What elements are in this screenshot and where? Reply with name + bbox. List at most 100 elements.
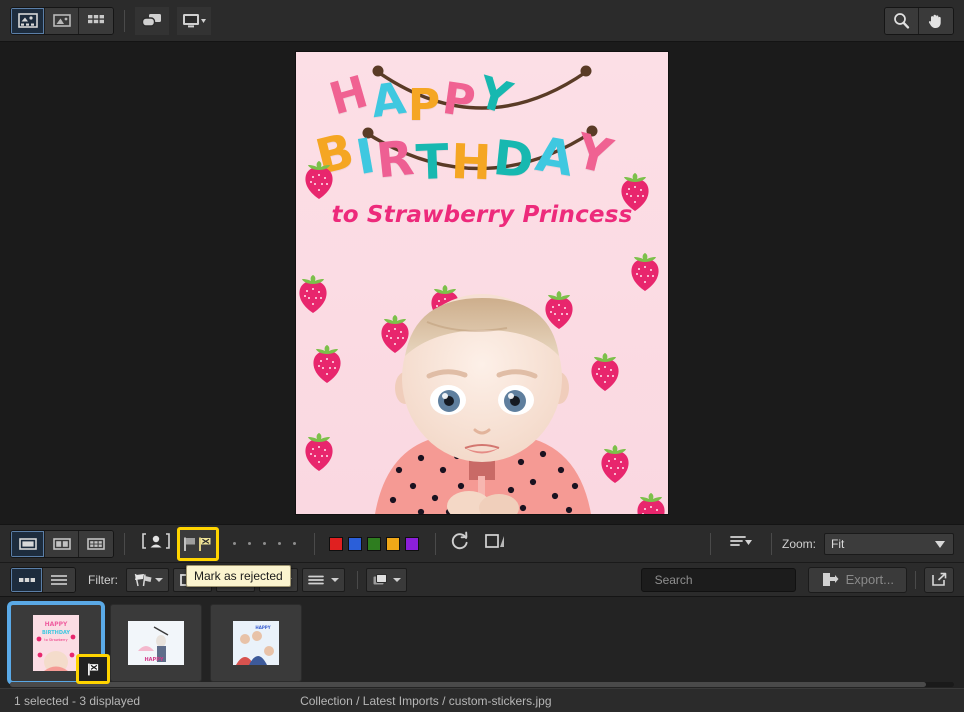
flag-reject-icon [200,537,211,551]
letter-h-4: H [450,134,492,191]
list-mode-group [10,567,76,593]
color-label-5[interactable] [405,537,419,551]
chevron-down-icon [393,578,401,582]
more-filters-button[interactable] [302,568,345,592]
export-button[interactable]: Export... [808,567,907,593]
letter-p-2: P [408,80,440,131]
svg-text:to Strawberry: to Strawberry [44,638,67,642]
letter-t-3: T [415,134,450,191]
rejected-flag-highlight[interactable] [76,654,110,684]
stack-icon [372,573,390,587]
svg-text:BIRTHDAY: BIRTHDAY [42,630,70,636]
view-mode-filmstrip-button[interactable] [11,8,45,34]
zoom-select[interactable]: Fit [824,533,954,555]
view-mode-group [10,7,114,35]
layout-single-pane-button[interactable] [11,531,45,557]
card-subtitle: to Strawberry Princess [296,202,668,228]
happy-text: HAPPY [332,80,509,131]
view-mode-grid-button[interactable] [79,8,113,34]
rotate-icon [450,531,470,551]
thumbnail-image-2: HAPPY [128,621,184,665]
filter-divider-2 [915,571,916,589]
action-divider-1 [124,533,125,555]
stacks-button[interactable] [366,568,407,592]
flag-pick-reject-icons [182,536,214,552]
flag-filter-button[interactable] [126,568,169,592]
breadcrumb: Collection / Latest Imports / custom-sti… [300,694,551,708]
search-box[interactable] [641,568,796,592]
external-link-icon [931,572,947,587]
filmstrip: HAPPY BIRTHDAY to Strawberry [0,596,964,688]
thumbnail-item-2[interactable]: HAPPY [110,604,202,682]
rating-dot-3[interactable] [263,542,266,545]
export-icon [821,572,839,587]
list-mode-details-button[interactable] [43,568,75,592]
strawberry-3 [296,274,330,314]
letter-a-1: A [368,73,409,128]
preview-image: HAPPY BIRTHDAY to Strawberry Princess [296,52,668,514]
thumbnail-image-3: HAPPY [233,621,279,665]
crop-gradient-icon [484,531,506,551]
grid-view-icon [86,13,106,28]
letter-d-5: D [491,130,536,190]
single-image-view-icon [52,13,72,28]
strawberry-5 [310,344,344,384]
single-pane-icon [18,537,38,551]
svg-text:HAPPY: HAPPY [45,621,68,628]
thumbnail-item-3[interactable]: HAPPY [210,604,302,682]
filmstrip-scrollbar[interactable] [10,682,954,687]
color-label-3[interactable] [367,537,381,551]
layout-two-pane-button[interactable] [45,531,79,557]
search-input[interactable] [655,573,810,587]
strawberry-1 [302,160,336,200]
letter-p-3: P [439,73,478,128]
color-label-4[interactable] [386,537,400,551]
rating-dot-1[interactable] [233,542,236,545]
color-label-1[interactable] [329,537,343,551]
rating-dot-4[interactable] [278,542,281,545]
rating-dot-2[interactable] [248,542,251,545]
birthday-text: BIRTHDAY [318,136,610,192]
strawberry-11 [634,492,668,514]
sort-icon [729,532,753,550]
magnifier-icon [892,12,912,30]
action-toolbar: Zoom: Fit [0,524,964,562]
chevron-down-icon [935,537,945,551]
action-divider-4 [710,533,711,555]
rating-dot-5[interactable] [293,542,296,545]
sort-button[interactable] [721,532,761,555]
view-mode-single-button[interactable] [45,8,79,34]
status-bar: 1 selected - 3 displayed Collection / La… [0,688,964,712]
open-externally-button[interactable] [924,567,954,593]
thumbnail-image-1: HAPPY BIRTHDAY to Strawberry [33,615,79,671]
flag-reject-icon [87,663,100,676]
nav-tools-group [884,7,954,35]
display-button[interactable] [177,7,211,35]
rotate-button[interactable] [442,531,478,556]
hand-icon [926,12,946,30]
zoom-tool-button[interactable] [885,8,919,34]
compare-button[interactable] [135,7,169,35]
layout-mode-group [10,530,114,558]
color-label-swatches[interactable] [319,537,429,551]
crop-button[interactable] [478,531,512,556]
action-divider-2 [314,533,315,555]
color-label-2[interactable] [348,537,362,551]
lines-menu-icon [308,574,328,586]
selection-status: 1 selected - 3 displayed [14,694,140,708]
flag-pick-icon [185,537,195,551]
zoom-value: Fit [831,537,844,551]
zoom-label: Zoom: [782,537,816,551]
list-mode-thumbnails-button[interactable] [11,568,43,592]
layout-multi-pane-button[interactable] [79,531,113,557]
mark-as-rejected-button[interactable] [177,527,219,561]
pan-tool-button[interactable] [919,8,953,34]
people-tag-button[interactable] [135,531,177,556]
display-monitor-icon [181,12,207,30]
rating-stars[interactable] [219,542,310,545]
chevron-down-icon [155,578,163,582]
compare-icon [140,12,164,30]
two-pane-icon [52,537,72,551]
action-divider-5 [771,533,772,555]
image-viewer[interactable]: HAPPY BIRTHDAY to Strawberry Princess [0,42,964,524]
